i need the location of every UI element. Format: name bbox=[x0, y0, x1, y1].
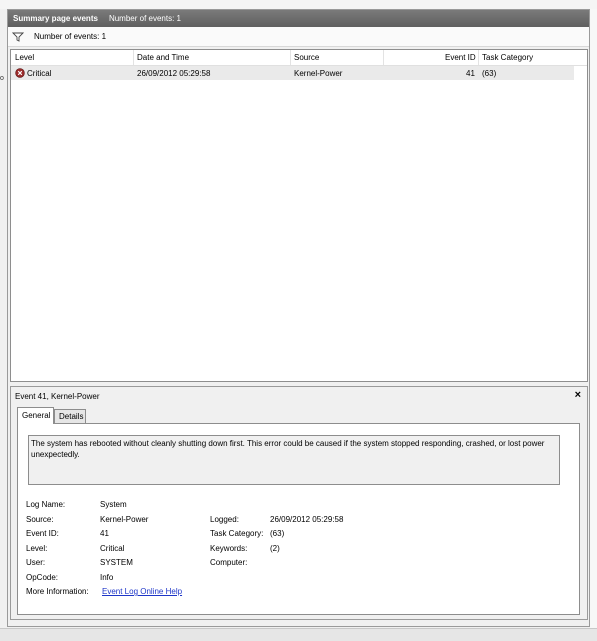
table-row[interactable]: Critical 26/09/2012 05:29:58 Kernel-Powe… bbox=[11, 66, 574, 80]
opcode-value: Info bbox=[100, 573, 114, 582]
user-value: SYSTEM bbox=[100, 558, 133, 567]
col-level[interactable]: Level bbox=[15, 53, 34, 62]
row-level: Critical bbox=[27, 69, 52, 78]
event-id-label: Event ID: bbox=[26, 529, 59, 538]
col-separator[interactable] bbox=[290, 50, 291, 65]
summary-titlebar: Summary page events Number of events: 1 bbox=[8, 10, 589, 27]
critical-icon bbox=[15, 68, 25, 78]
col-date[interactable]: Date and Time bbox=[137, 53, 189, 62]
bottom-bar bbox=[0, 628, 597, 641]
logged-value: 26/09/2012 05:29:58 bbox=[270, 515, 344, 524]
col-separator[interactable] bbox=[133, 50, 134, 65]
keywords-value: (2) bbox=[270, 544, 280, 553]
computer-label: Computer: bbox=[210, 558, 248, 567]
level-value: Critical bbox=[100, 544, 125, 553]
source-value: Kernel-Power bbox=[100, 515, 149, 524]
user-label: User: bbox=[26, 558, 46, 567]
row-task-category: (63) bbox=[482, 69, 497, 78]
detail-title: Event 41, Kernel-Power bbox=[15, 392, 100, 401]
event-log-help-link[interactable]: Event Log Online Help bbox=[102, 587, 182, 596]
tab-general[interactable]: General bbox=[17, 407, 54, 424]
col-task-category[interactable]: Task Category bbox=[482, 53, 533, 62]
opcode-label: OpCode: bbox=[26, 573, 59, 582]
general-panel: The system has rebooted without cleanly … bbox=[17, 423, 580, 615]
logged-label: Logged: bbox=[210, 515, 239, 524]
filter-icon[interactable] bbox=[12, 32, 24, 42]
col-event-id[interactable]: Event ID bbox=[445, 53, 476, 62]
col-separator[interactable] bbox=[478, 50, 479, 65]
event-description: The system has rebooted without cleanly … bbox=[28, 435, 560, 485]
row-source: Kernel-Power bbox=[294, 69, 343, 78]
close-icon[interactable]: × bbox=[575, 389, 581, 401]
log-name-value: System bbox=[100, 500, 127, 509]
summary-count: Number of events: 1 bbox=[108, 14, 181, 23]
source-label: Source: bbox=[26, 515, 54, 524]
keywords-label: Keywords: bbox=[210, 544, 248, 553]
task-category-label: Task Category: bbox=[210, 529, 264, 538]
tab-details[interactable]: Details bbox=[54, 409, 86, 423]
log-name-label: Log Name: bbox=[26, 500, 66, 509]
top-strip bbox=[0, 0, 597, 9]
row-datetime: 26/09/2012 05:29:58 bbox=[137, 69, 211, 78]
task-category-value: (63) bbox=[270, 529, 285, 538]
right-edge bbox=[590, 9, 597, 628]
event-id-value: 41 bbox=[100, 529, 109, 538]
col-source[interactable]: Source bbox=[294, 53, 319, 62]
more-info-label: More Information: bbox=[26, 587, 89, 596]
col-separator[interactable] bbox=[383, 50, 384, 65]
summary-title: Summary page events bbox=[13, 14, 98, 23]
filter-count: Number of events: 1 bbox=[34, 32, 107, 41]
filter-bar: Number of events: 1 bbox=[8, 27, 589, 47]
events-list[interactable]: Level Date and Time Source Event ID Task… bbox=[10, 49, 588, 382]
events-header: Level Date and Time Source Event ID Task… bbox=[11, 50, 587, 66]
event-detail-pane: Event 41, Kernel-Power × General Details… bbox=[10, 386, 588, 620]
level-label: Level: bbox=[26, 544, 48, 553]
edge-mark: o bbox=[0, 75, 4, 82]
row-event-id: 41 bbox=[466, 69, 475, 78]
